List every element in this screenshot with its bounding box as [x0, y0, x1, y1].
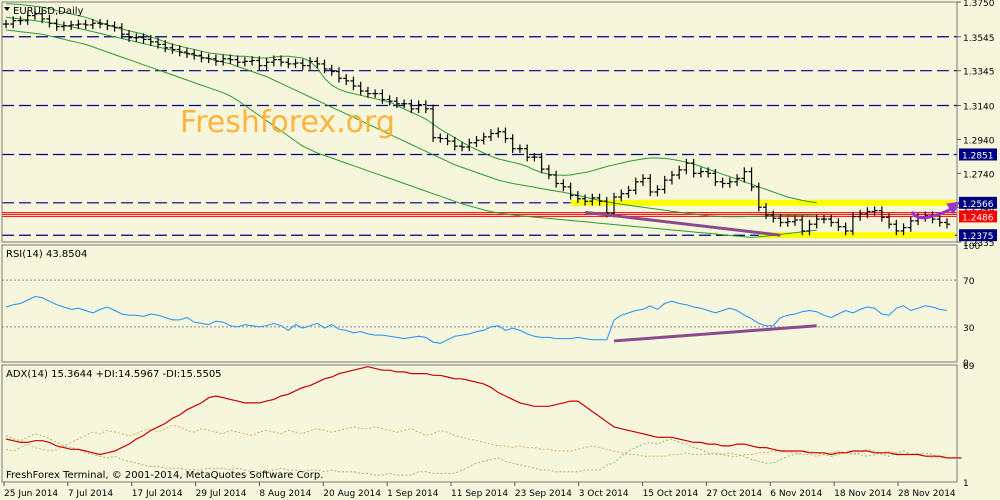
adx-title: ADX(14) 15.3644 +DI:14.5967 -DI:15.5505: [6, 369, 222, 380]
date-axis-label: 1 Sep 2014: [387, 489, 439, 499]
date-axis-label: 25 Jun 2014: [4, 489, 58, 499]
price-axis-label: 1.3140: [963, 102, 995, 112]
date-axis-label: 3 Oct 2014: [579, 489, 629, 499]
adx-axis-label: 1: [963, 479, 969, 489]
date-axis-label: 11 Sep 2014: [451, 489, 508, 499]
date-axis-label: 27 Oct 2014: [706, 489, 762, 499]
date-axis-label: 20 Aug 2014: [323, 489, 381, 499]
date-axis-label: 29 Jul 2014: [196, 489, 247, 499]
watermark-text: Freshforex.org: [180, 105, 395, 140]
date-axis-label: 15 Oct 2014: [643, 489, 699, 499]
symbol-title: EURUSD,Daily: [13, 6, 84, 17]
price-axis-label: 1.3545: [963, 34, 995, 44]
rsi-axis-label: 30: [963, 324, 975, 334]
date-axis-label: 8 Aug 2014: [259, 489, 311, 499]
date-axis-label: 6 Nov 2014: [770, 489, 822, 499]
adx-axis-label: 69: [963, 362, 975, 372]
rsi-axis-label: 70: [963, 277, 975, 287]
trading-chart[interactable]: 1.3750 1.3545 1.3345 1.3140 1.2940 1.2740 1.25…: [0, 0, 1000, 500]
price-axis-label: 1.3750: [963, 0, 995, 9]
price-label: 1.2851: [962, 151, 994, 161]
date-axis-label: 28 Nov 2014: [898, 489, 956, 499]
price-axis-label: 1.2940: [963, 136, 995, 146]
price-axis-label: 1.3345: [963, 68, 995, 78]
date-axis-label: 7 Jul 2014: [68, 489, 113, 499]
price-label: 1.2566: [962, 200, 994, 210]
date-axis-label: 17 Jul 2014: [132, 489, 183, 499]
price-label: 1.2486: [962, 213, 994, 223]
copyright-text: FreshForex Terminal, © 2001-2014, MetaQu…: [6, 470, 323, 481]
price-axis-label: 1.2740: [963, 170, 995, 180]
price-label: 1.2375: [962, 232, 994, 242]
rsi-title: RSI(14) 43.8504: [6, 249, 87, 260]
date-axis-label: 18 Nov 2014: [834, 489, 892, 499]
date-axis-label: 23 Sep 2014: [515, 489, 572, 499]
chart-background: [0, 0, 1000, 500]
rsi-axis-label: 100: [963, 242, 980, 252]
